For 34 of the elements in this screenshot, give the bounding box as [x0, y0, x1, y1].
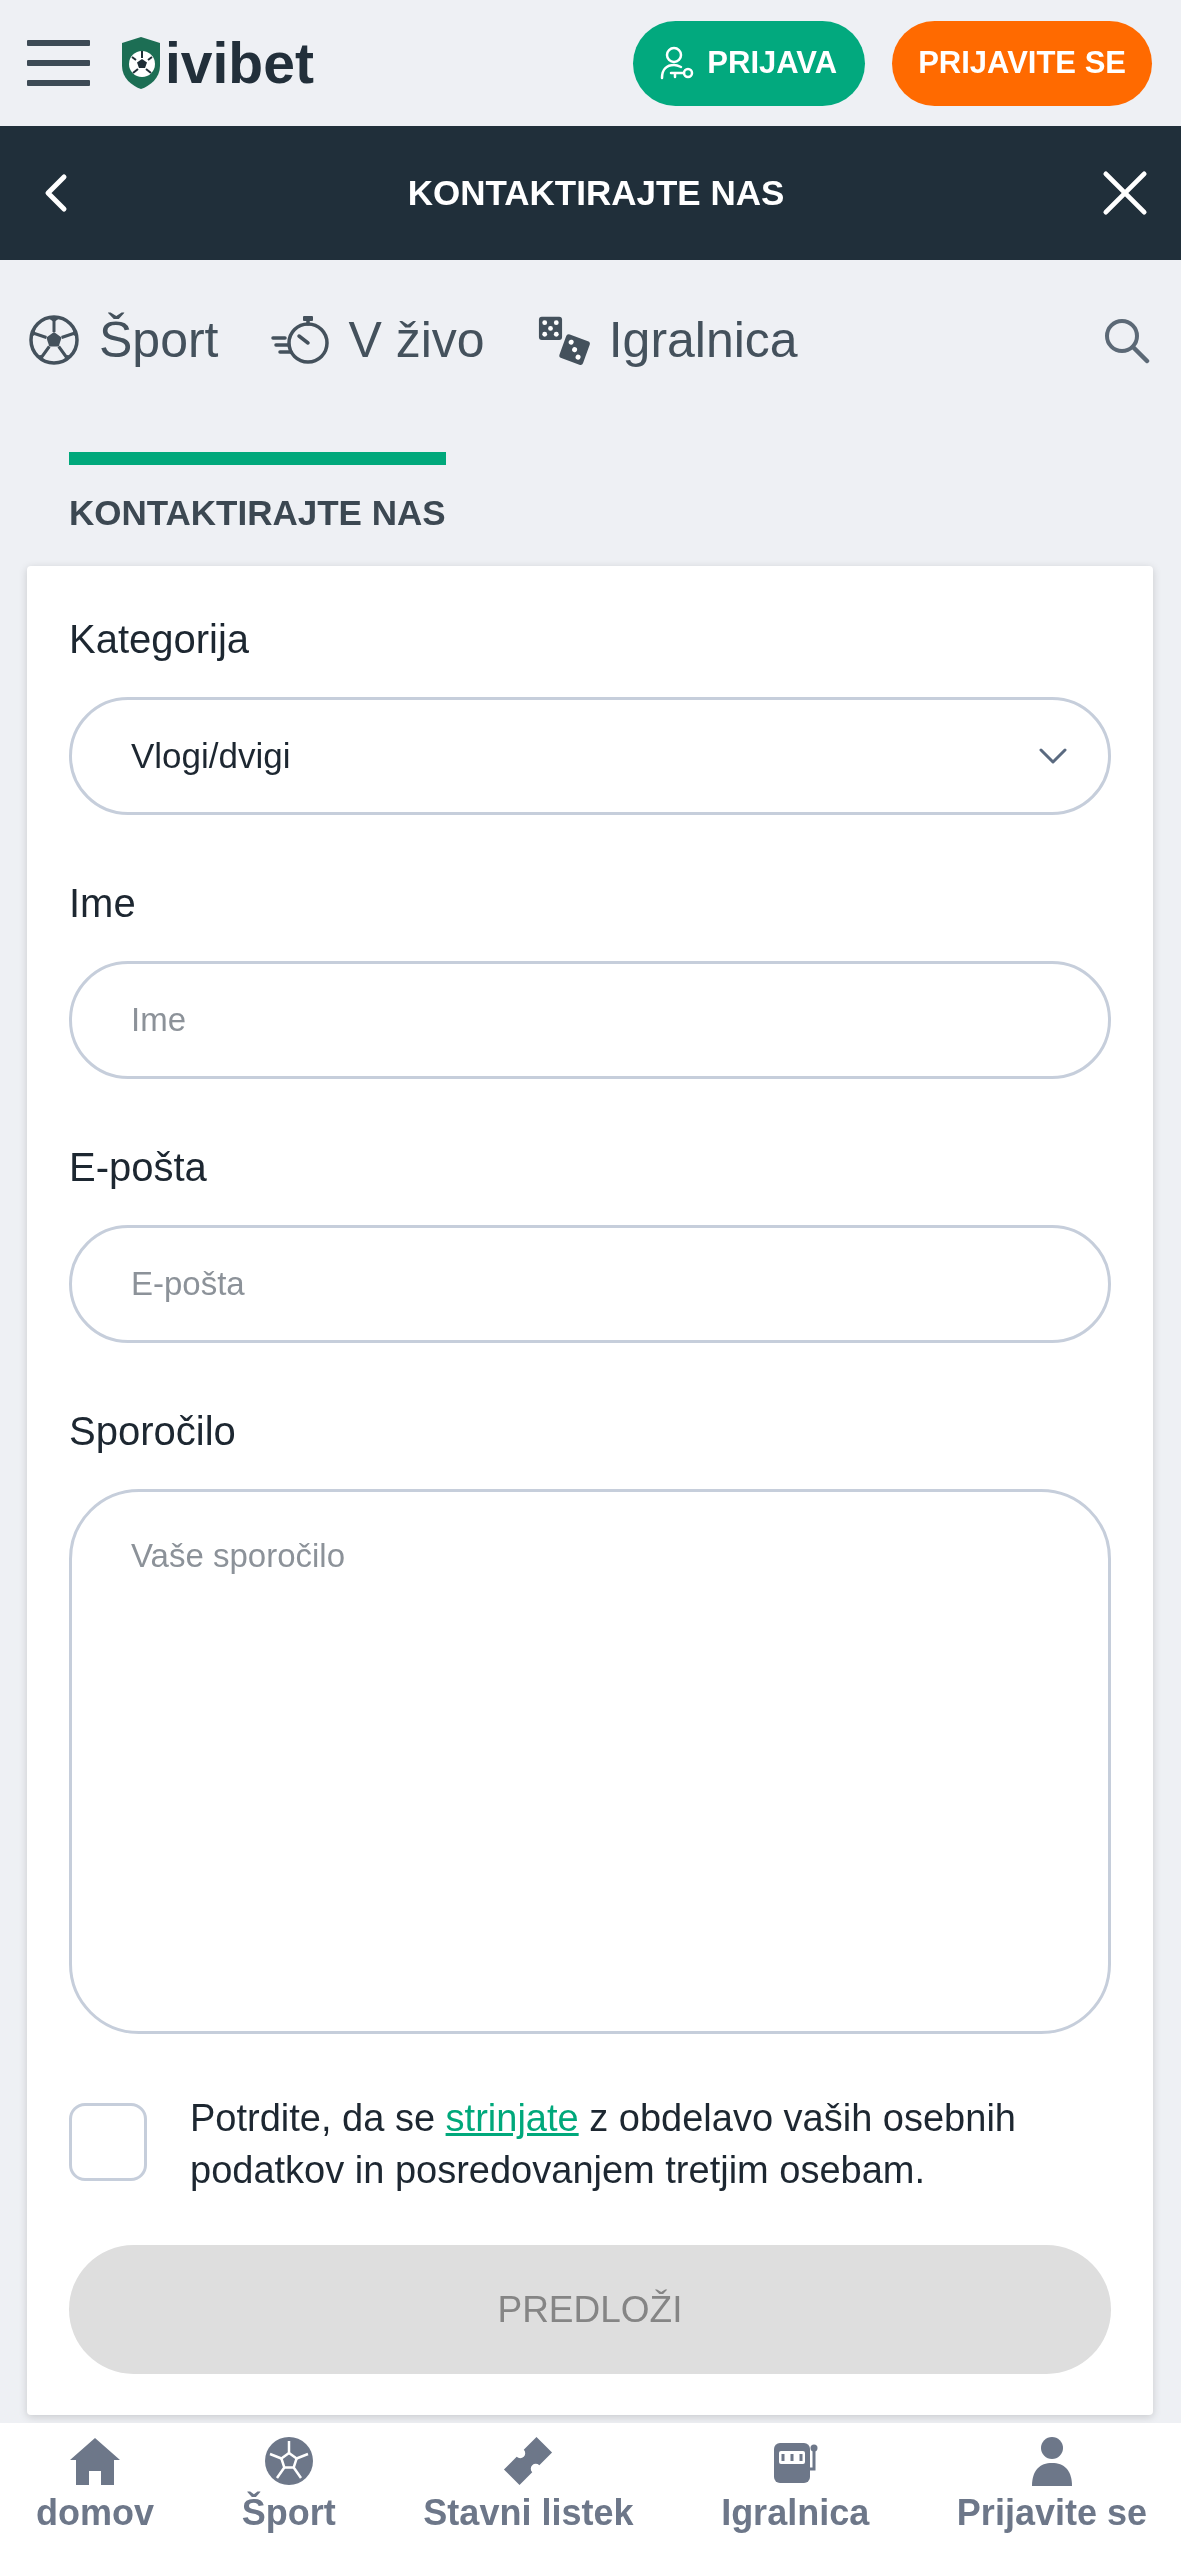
menu-icon[interactable] — [27, 40, 90, 86]
terms-link[interactable]: strinjate — [445, 2097, 579, 2139]
soccer-ball-icon — [27, 314, 81, 366]
field-label: Sporočilo — [69, 1408, 237, 1455]
stopwatch-icon — [270, 314, 331, 366]
close-icon[interactable] — [1102, 170, 1148, 216]
section-tab[interactable]: KONTAKTIRAJTE NAS — [69, 452, 446, 533]
login-button[interactable]: PRIJAVA — [633, 20, 866, 106]
message-field[interactable]: Vaše sporočilo — [69, 1489, 1111, 2034]
search-icon[interactable] — [1102, 316, 1150, 364]
nav-tab[interactable]: V živo — [270, 311, 485, 369]
user-key-icon — [659, 45, 696, 81]
input-field[interactable]: E-pošta — [69, 1225, 1111, 1343]
dropdown-field[interactable]: Vlogi/dvigi — [69, 697, 1111, 815]
bottom-nav-item[interactable]: Igralnica — [721, 2435, 870, 2535]
bottom-nav-item[interactable]: Šport — [241, 2435, 336, 2535]
field-label: E-pošta — [69, 1144, 208, 1191]
bottom-nav-item[interactable]: Stavni listek — [423, 2435, 634, 2535]
register-button[interactable]: PRIJAVITE SE — [892, 20, 1152, 106]
bottom-nav-item[interactable]: Prijavite se — [956, 2435, 1147, 2535]
back-icon[interactable] — [44, 173, 68, 213]
logo-text[interactable]: ivibet — [165, 32, 314, 94]
chevron-down-icon — [1038, 747, 1068, 765]
page-title: KONTAKTIRAJTE NAS — [407, 173, 785, 213]
nav-tab[interactable]: Šport — [27, 311, 219, 369]
input-field[interactable]: Ime — [69, 961, 1111, 1079]
field-label: Ime — [69, 880, 137, 927]
consent-text: Potrdite, da se strinjate z obdelavo vaših osebnih podatkov in posredovanjem tretjim osebam. — [190, 2096, 1017, 2193]
bottom-nav-item[interactable]: domov — [36, 2435, 154, 2535]
consent-checkbox[interactable] — [69, 2103, 147, 2181]
field-label: Kategorija — [69, 616, 251, 663]
dice-icon — [536, 314, 591, 366]
nav-tab[interactable]: Igralnica — [536, 311, 798, 369]
home-icon — [68, 2435, 122, 2487]
